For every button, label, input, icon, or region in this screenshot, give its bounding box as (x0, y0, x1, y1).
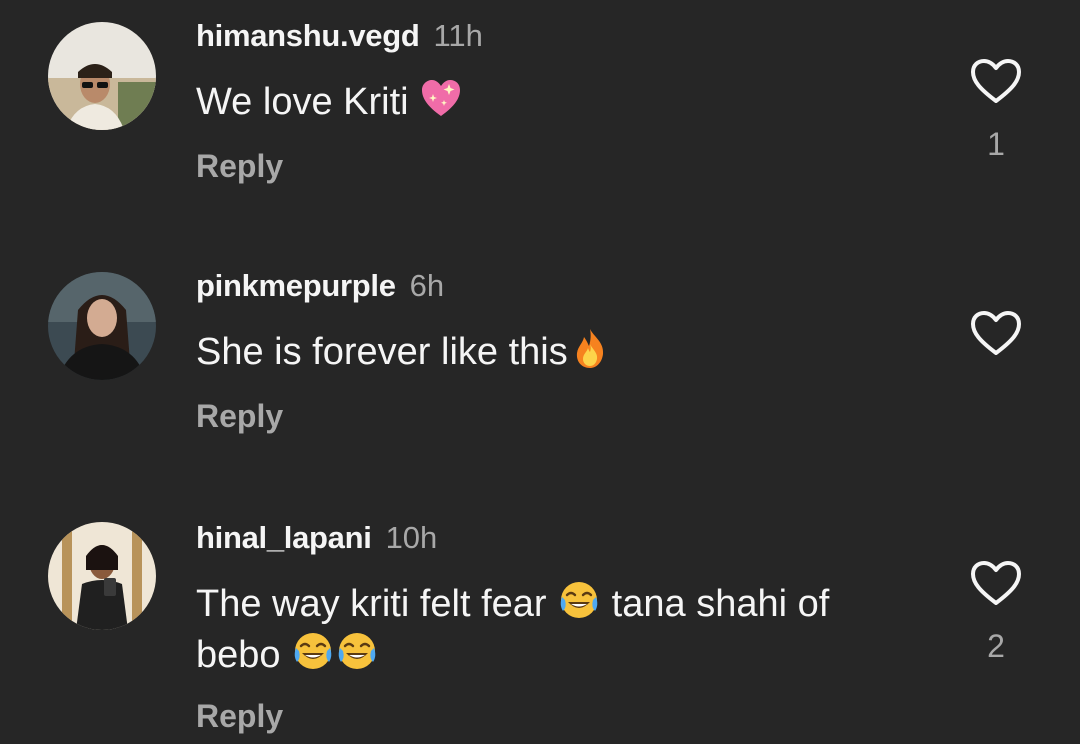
comment-meta: pinkmepurple 6h (196, 266, 444, 306)
username[interactable]: hinal_lapani (196, 520, 372, 555)
comment-text-part: She is forever like this (196, 331, 568, 373)
comment-text: The way kriti felt fear tana shahi of beb… (196, 578, 916, 680)
comment-meta: himanshu.vegd 11h (196, 16, 483, 56)
reply-button[interactable]: Reply (196, 696, 283, 736)
like-count: 1 (987, 126, 1005, 162)
comment-text: We love Kriti (196, 76, 916, 127)
heart-outline-icon (970, 560, 1022, 606)
comment-text-part: We love Kriti (196, 81, 420, 123)
heart-outline-icon (970, 58, 1022, 104)
sparkling-heart-icon (419, 76, 463, 120)
tears-of-joy-icon (557, 578, 601, 622)
timestamp: 10h (385, 520, 438, 555)
avatar[interactable] (48, 272, 156, 380)
like-button[interactable] (970, 560, 1022, 606)
comment-text-part: tana shahi of (601, 583, 830, 625)
tears-of-joy-icon (291, 629, 335, 673)
reply-button[interactable]: Reply (196, 396, 283, 436)
username[interactable]: himanshu.vegd (196, 18, 420, 53)
like-button[interactable] (970, 58, 1022, 104)
heart-outline-icon (970, 310, 1022, 356)
like-count: 2 (987, 628, 1005, 664)
comment-text-part: The way kriti felt fear (196, 583, 558, 625)
avatar[interactable] (48, 522, 156, 630)
like-button[interactable] (970, 310, 1022, 356)
comment-text-part: bebo (196, 634, 292, 676)
timestamp: 6h (409, 268, 445, 303)
timestamp: 11h (433, 18, 483, 53)
username[interactable]: pinkmepurple (196, 268, 396, 303)
fire-icon (568, 326, 612, 370)
tears-of-joy-icon (335, 629, 379, 673)
reply-button[interactable]: Reply (196, 146, 283, 186)
avatar[interactable] (48, 22, 156, 130)
comment-text: She is forever like this (196, 326, 916, 377)
comment-meta: hinal_lapani 10h (196, 518, 437, 558)
